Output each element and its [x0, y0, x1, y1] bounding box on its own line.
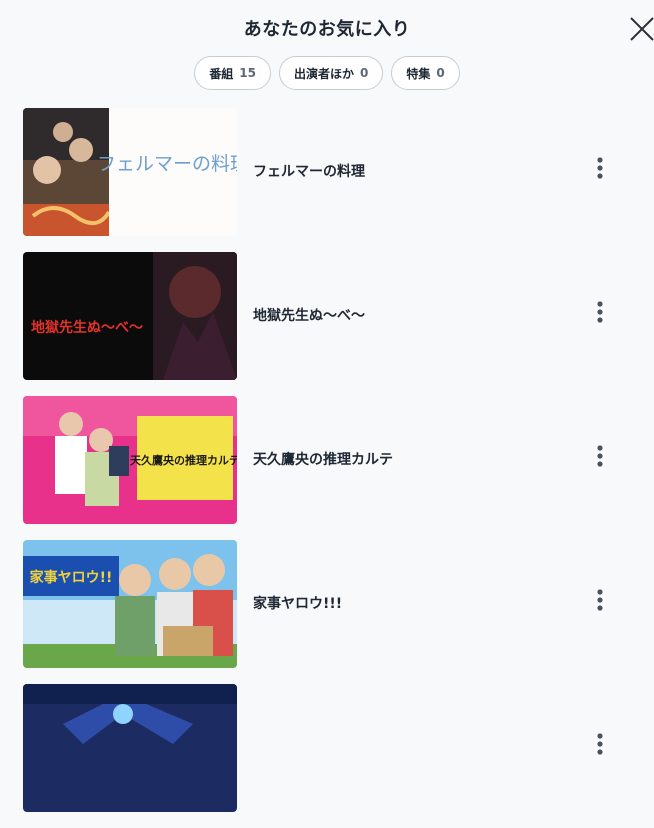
more-vertical-icon[interactable] — [590, 730, 610, 758]
list-item: 家事ヤロウ!! 家事ヤロウ!!! — [0, 540, 654, 684]
tab-features[interactable]: 特集 0 — [391, 56, 460, 90]
list-item — [0, 684, 654, 828]
program-thumbnail[interactable]: 家事ヤロウ!! — [23, 540, 237, 668]
list-item: 天久鷹央の推理カルテ 天久鷹央の推理カルテ — [0, 396, 654, 540]
tab-label: 番組 — [209, 66, 234, 81]
more-vertical-icon[interactable] — [590, 586, 610, 614]
tab-count: 0 — [360, 66, 369, 80]
program-thumbnail[interactable]: 地獄先生ぬ～べ～ — [23, 252, 237, 380]
favorites-list: フェルマーの料理 フェルマーの料理 地獄先生ぬ～べ～ 地獄先生ぬ～べ～ 天久鷹央… — [0, 108, 654, 828]
program-title[interactable]: 家事ヤロウ!!! — [253, 593, 342, 613]
thumb-logo-text: 地獄先生ぬ～べ～ — [31, 319, 143, 336]
tab-programs[interactable]: 番組 15 — [194, 56, 271, 90]
thumb-logo-text: 家事ヤロウ!! — [30, 569, 113, 586]
program-thumbnail[interactable]: フェルマーの料理 — [23, 108, 237, 236]
filter-tabs: 番組 15 出演者ほか 0 特集 0 — [0, 56, 654, 90]
list-item: フェルマーの料理 フェルマーの料理 — [0, 108, 654, 252]
tab-count: 15 — [239, 66, 256, 80]
program-title[interactable]: フェルマーの料理 — [253, 161, 365, 181]
tab-cast[interactable]: 出演者ほか 0 — [278, 56, 384, 90]
program-thumbnail[interactable] — [23, 684, 237, 812]
list-item: 地獄先生ぬ～べ～ 地獄先生ぬ～べ～ — [0, 252, 654, 396]
program-title[interactable]: 天久鷹央の推理カルテ — [253, 449, 393, 469]
program-thumbnail[interactable]: 天久鷹央の推理カルテ — [23, 396, 237, 524]
header: あなたのお気に入り — [0, 0, 654, 56]
tab-count: 0 — [436, 66, 445, 80]
program-title[interactable]: 地獄先生ぬ～べ～ — [253, 305, 365, 325]
more-vertical-icon[interactable] — [590, 154, 610, 182]
more-vertical-icon[interactable] — [590, 298, 610, 326]
page-title: あなたのお気に入り — [243, 19, 411, 40]
close-icon[interactable] — [628, 15, 654, 43]
tab-label: 出演者ほか — [293, 66, 354, 81]
tab-label: 特集 — [406, 66, 431, 81]
more-vertical-icon[interactable] — [590, 442, 610, 470]
thumb-logo-text: 天久鷹央の推理カルテ — [130, 453, 237, 467]
thumb-logo-text: フェルマーの料理 — [97, 153, 237, 175]
